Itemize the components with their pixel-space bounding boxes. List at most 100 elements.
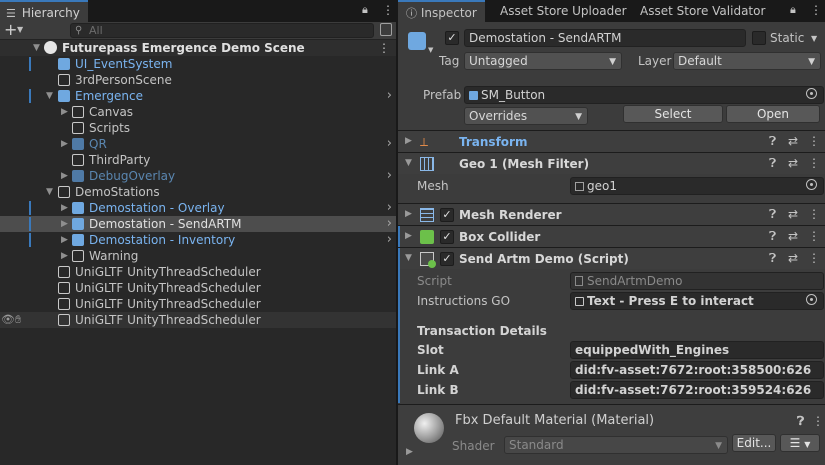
- list-item[interactable]: ▶ Warning: [0, 248, 396, 264]
- slot-field[interactable]: equippedWith_Engines: [570, 341, 824, 359]
- list-item[interactable]: ▼ DemoStations: [0, 184, 396, 200]
- expand-arrow-icon[interactable]: ▼: [405, 158, 412, 168]
- preset-icon[interactable]: ⇄: [788, 134, 798, 148]
- link-b-field[interactable]: did:fv-asset:7672:root:359524:626: [570, 381, 824, 399]
- chevron-right-icon[interactable]: ›: [387, 200, 392, 216]
- list-item-selected[interactable]: ▶ Demostation - SendARTM ›: [0, 216, 396, 232]
- list-item[interactable]: ▶ Canvas: [0, 104, 396, 120]
- select-button[interactable]: Select: [623, 105, 723, 123]
- chevron-down-icon[interactable]: ▼: [17, 25, 23, 34]
- component-send-artm-demo[interactable]: ▼ ✓ Send Artm Demo (Script) ❓︎ ⇄ ⋮: [398, 247, 825, 270]
- tab-hierarchy[interactable]: ☰ Hierarchy: [0, 0, 88, 22]
- collapse-arrow-icon[interactable]: ▶: [61, 248, 71, 264]
- kebab-menu-icon[interactable]: ⋮: [810, 3, 822, 17]
- preset-icon[interactable]: ⇄: [788, 156, 798, 170]
- collapse-arrow-icon[interactable]: ▶: [61, 200, 71, 216]
- shader-dropdown[interactable]: Standard ▼: [504, 436, 728, 454]
- kebab-menu-icon[interactable]: ⋮: [808, 156, 820, 170]
- chevron-right-icon[interactable]: ›: [387, 136, 392, 152]
- help-icon[interactable]: ❓︎: [769, 251, 776, 266]
- preset-icon[interactable]: ⇄: [788, 207, 798, 221]
- expand-arrow-icon[interactable]: ▼: [405, 253, 412, 263]
- collapse-arrow-icon[interactable]: ▶: [406, 447, 413, 457]
- collapse-arrow-icon[interactable]: ▶: [405, 231, 412, 241]
- list-item[interactable]: UniGLTF UnityThreadScheduler: [0, 280, 396, 296]
- help-icon[interactable]: ❓︎: [769, 134, 776, 149]
- collapse-arrow-icon[interactable]: ▶: [61, 168, 71, 184]
- help-icon[interactable]: ❓︎: [797, 414, 804, 429]
- tab-asset-store-validator[interactable]: Asset Store Validator: [632, 0, 773, 22]
- help-icon[interactable]: ❓︎: [769, 207, 776, 222]
- edit-shader-button[interactable]: Edit...: [732, 434, 776, 452]
- mesh-field[interactable]: geo1: [570, 177, 824, 195]
- object-picker-icon[interactable]: [806, 179, 817, 190]
- preset-icon[interactable]: ⇄: [788, 229, 798, 243]
- object-picker-icon[interactable]: [806, 294, 817, 305]
- help-icon[interactable]: ❓︎: [769, 229, 776, 244]
- tab-asset-store-uploader[interactable]: Asset Store Uploader: [492, 0, 635, 22]
- collapse-arrow-icon[interactable]: ▶: [405, 136, 412, 146]
- collapse-arrow-icon[interactable]: ▶: [405, 209, 412, 219]
- list-item[interactable]: UniGLTF UnityThreadScheduler: [0, 296, 396, 312]
- shader-options-dropdown[interactable]: ☰ ▼: [780, 434, 820, 452]
- kebab-menu-icon[interactable]: ⋮: [378, 40, 390, 56]
- object-picker-icon[interactable]: [806, 88, 817, 99]
- add-icon[interactable]: +: [4, 20, 17, 39]
- component-box-collider[interactable]: ▶ ✓ Box Collider ❓︎ ⇄ ⋮: [398, 225, 825, 248]
- list-item[interactable]: 3rdPersonScene: [0, 72, 396, 88]
- list-item[interactable]: UniGLTF UnityThreadScheduler: [0, 264, 396, 280]
- list-item[interactable]: ▼ Emergence ›: [0, 88, 396, 104]
- list-item[interactable]: UI_EventSystem: [0, 56, 396, 72]
- list-item[interactable]: ▶ QR ›: [0, 136, 396, 152]
- visibility-eye-icon[interactable]: 👁︎: [1, 312, 15, 328]
- chevron-down-icon[interactable]: ▼: [428, 46, 433, 54]
- chevron-right-icon[interactable]: ›: [387, 216, 392, 232]
- chevron-right-icon[interactable]: ›: [387, 88, 392, 104]
- kebab-menu-icon[interactable]: ⋮: [808, 229, 820, 243]
- component-mesh-filter[interactable]: ▼ Geo 1 (Mesh Filter) ❓︎ ⇄ ⋮: [398, 152, 825, 174]
- collapse-arrow-icon[interactable]: ▶: [61, 232, 71, 248]
- open-button[interactable]: Open: [726, 105, 820, 123]
- list-item[interactable]: 👁︎ ✋︎ UniGLTF UnityThreadScheduler: [0, 312, 396, 328]
- instructions-field[interactable]: Text - Press E to interact: [570, 292, 824, 310]
- list-item[interactable]: ▶ Demostation - Inventory ›: [0, 232, 396, 248]
- scene-row[interactable]: ▼ Futurepass Emergence Demo Scene ⋮: [0, 40, 396, 56]
- lock-icon[interactable]: 🔒︎: [790, 3, 796, 17]
- collapse-arrow-icon[interactable]: ▶: [61, 216, 71, 232]
- kebab-menu-icon[interactable]: ⋮: [812, 414, 824, 428]
- tag-dropdown[interactable]: Untagged ▼: [464, 52, 622, 70]
- help-icon[interactable]: ❓︎: [769, 156, 776, 171]
- list-item[interactable]: Scripts: [0, 120, 396, 136]
- lock-icon[interactable]: 🔒︎: [362, 3, 368, 17]
- list-item[interactable]: ThirdParty: [0, 152, 396, 168]
- layer-dropdown[interactable]: Default ▼: [673, 52, 821, 70]
- pickable-hand-icon[interactable]: ✋︎: [15, 312, 21, 328]
- chevron-right-icon[interactable]: ›: [387, 168, 392, 184]
- static-checkbox[interactable]: [752, 31, 766, 45]
- expand-arrow-icon[interactable]: ▼: [46, 88, 56, 104]
- link-a-field[interactable]: did:fv-asset:7672:root:358500:626: [570, 361, 824, 379]
- expand-arrow-icon[interactable]: ▼: [46, 184, 56, 200]
- scene-visibility-icon[interactable]: [380, 23, 392, 36]
- component-enabled-checkbox[interactable]: ✓: [440, 208, 454, 222]
- collapse-arrow-icon[interactable]: ▶: [61, 136, 71, 152]
- component-transform[interactable]: ▶ ⟂ Transform ❓︎ ⇄ ⋮: [398, 130, 825, 152]
- preset-icon[interactable]: ⇄: [788, 251, 798, 265]
- list-item[interactable]: ▶ DebugOverlay ›: [0, 168, 396, 184]
- component-enabled-checkbox[interactable]: ✓: [440, 252, 454, 266]
- component-enabled-checkbox[interactable]: ✓: [440, 230, 454, 244]
- kebab-menu-icon[interactable]: ⋮: [382, 3, 394, 17]
- component-mesh-renderer[interactable]: ▶ ✓ Mesh Renderer ❓︎ ⇄ ⋮: [398, 203, 825, 225]
- chevron-down-icon[interactable]: ▼: [811, 34, 817, 43]
- expand-arrow-icon[interactable]: ▼: [33, 40, 43, 56]
- tab-inspector[interactable]: ⓘ Inspector: [398, 0, 485, 22]
- search-input[interactable]: ⚲ All: [70, 23, 374, 38]
- list-item[interactable]: ▶ Demostation - Overlay ›: [0, 200, 396, 216]
- object-name-field[interactable]: Demostation - SendARTM: [464, 29, 746, 47]
- prefab-field[interactable]: SM_Button: [464, 86, 824, 104]
- overrides-dropdown[interactable]: Overrides ▼: [464, 107, 588, 125]
- kebab-menu-icon[interactable]: ⋮: [808, 134, 820, 148]
- chevron-right-icon[interactable]: ›: [387, 232, 392, 248]
- kebab-menu-icon[interactable]: ⋮: [808, 207, 820, 221]
- kebab-menu-icon[interactable]: ⋮: [808, 251, 820, 265]
